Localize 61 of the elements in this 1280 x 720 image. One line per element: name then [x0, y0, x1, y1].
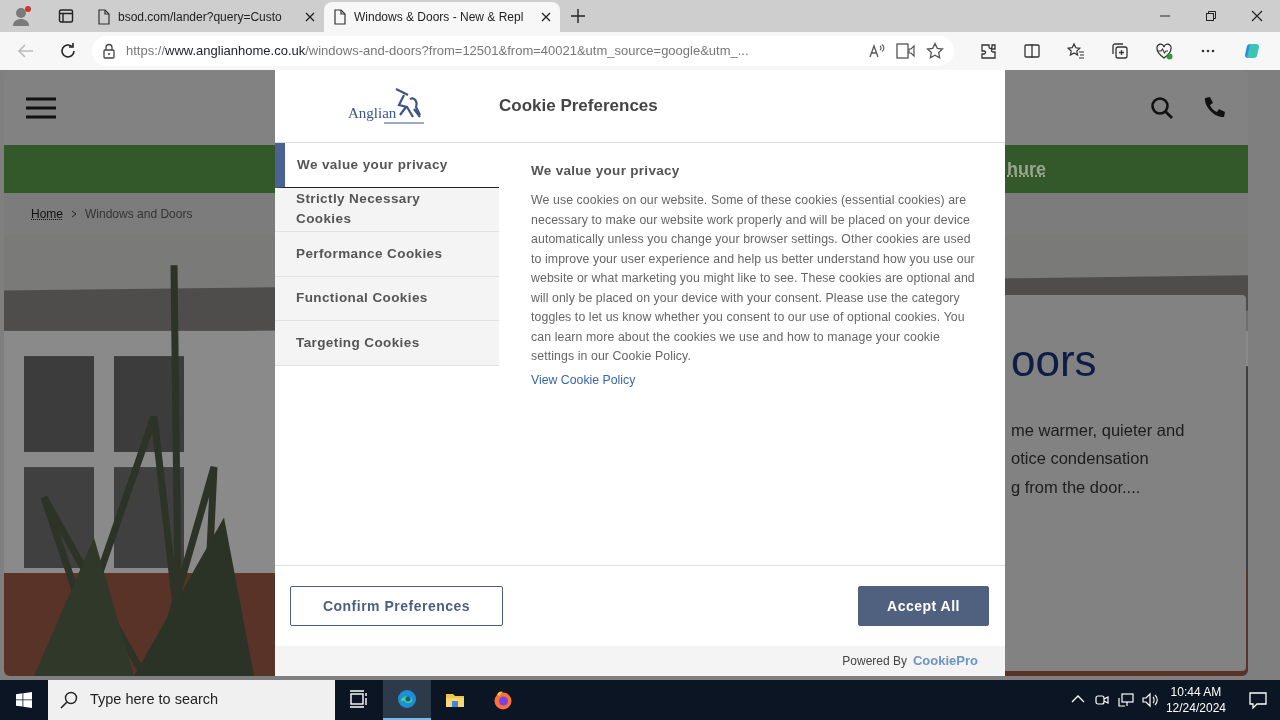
taskbar-search[interactable]: Type here to search: [48, 680, 335, 720]
tab-title: Windows & Doors - New & Repl: [354, 9, 525, 26]
refresh-icon[interactable]: [59, 42, 77, 60]
chevron-icon: [71, 210, 77, 218]
taskbar-app[interactable]: [383, 680, 431, 720]
hero-heading: oors: [1011, 335, 1098, 387]
immersive-reader-icon[interactable]: [896, 42, 916, 60]
hero-text: otice condensation: [1011, 448, 1150, 470]
logo-text: Anglian: [348, 105, 397, 121]
tab-title: bsod.com/lander?query=Custo: [118, 9, 283, 26]
category-tab[interactable]: Performance Cookies: [275, 232, 499, 277]
copilot-icon[interactable]: [1243, 42, 1261, 60]
accept-button[interactable]: Accept All: [858, 586, 989, 626]
browser-tab[interactable]: Windows & Doors - New & Repl: [324, 2, 560, 32]
read-aloud-icon[interactable]: [868, 43, 886, 59]
address-bar[interactable]: https://www.anglianhome.co.uk/windows-and-doors?from=12501&from=40021&utm_source=google&utm_...: [92, 36, 954, 66]
menu-icon[interactable]: [26, 96, 56, 119]
network-icon[interactable]: [1117, 692, 1134, 708]
tab-actions-icon[interactable]: [58, 8, 74, 24]
breadcrumb-link[interactable]: Home: [31, 205, 63, 223]
hero-text: me warmer, quieter and: [1011, 419, 1186, 441]
hero-text: g from the door....: [1011, 476, 1142, 498]
search-icon[interactable]: [1150, 95, 1174, 120]
cookie-policy-link[interactable]: View Cookie Policy: [531, 372, 636, 387]
camera-icon[interactable]: [1093, 692, 1110, 708]
browser-icon: [397, 689, 417, 709]
firefox-icon: [493, 690, 513, 710]
confirm-button[interactable]: Confirm Preferences: [290, 586, 503, 626]
favorites-icon[interactable]: [1067, 42, 1085, 60]
category-tab[interactable]: We value your privacy: [275, 143, 499, 188]
dialog-title: Cookie Preferences: [499, 95, 658, 117]
phone-icon[interactable]: [1202, 95, 1226, 120]
profile-icon[interactable]: [11, 5, 33, 27]
notifications-icon[interactable]: [1248, 690, 1268, 710]
breadcrumb-current: Windows and Doors: [85, 206, 193, 223]
page-icon: [332, 9, 348, 25]
volume-icon[interactable]: [1141, 692, 1158, 708]
section-heading: We value your privacy: [531, 163, 681, 180]
clock[interactable]: 10:44 AM 12/24/2024: [1165, 684, 1226, 716]
powered-by-text: Powered By: [842, 653, 907, 670]
close-icon[interactable]: [540, 11, 552, 23]
extensions-icon[interactable]: [979, 42, 997, 60]
heartbeat-icon[interactable]: [1155, 42, 1173, 60]
new-tab-icon[interactable]: [570, 8, 586, 24]
search-icon: [60, 691, 78, 709]
category-tab[interactable]: Strictly Necessary Cookies: [275, 187, 499, 232]
start-icon[interactable]: [16, 692, 32, 708]
browser-tab[interactable]: bsod.com/lander?query=Custo: [88, 2, 324, 32]
url-text: https://www.anglianhome.co.uk/windows-and-doors?from=12501&from=40021&utm_source=google&utm_...: [126, 42, 750, 61]
close-icon[interactable]: [304, 11, 316, 23]
privacy-text: We use cookies on our website. Some of these cookies (essential cookies) are necessary to make our website work properly and will be placed on your device automatically unless you change your browser settings. Other cookies are used to improve your user experience and help us better understand how you use our website or what marketing you might like to see. These cookies are optional and will only be placed on your device with your consent. Please use the category toggles to let us know whether you consent to our use of optional cookies. You can learn more about the cookies we use and how to manage your cookie settings in our Cookie Policy.: [531, 192, 976, 366]
category-tab[interactable]: Functional Cookies: [275, 276, 499, 321]
close-icon[interactable]: [1251, 10, 1263, 22]
collections-icon[interactable]: [1111, 42, 1129, 60]
restore-icon[interactable]: [1205, 10, 1217, 22]
task-view-icon: [349, 690, 369, 710]
split-screen-icon[interactable]: [1023, 42, 1041, 60]
favorite-star-icon[interactable]: [926, 42, 944, 60]
lock-icon: [102, 43, 116, 59]
page-icon: [96, 9, 112, 25]
category-tab[interactable]: Targeting Cookies: [275, 321, 499, 366]
